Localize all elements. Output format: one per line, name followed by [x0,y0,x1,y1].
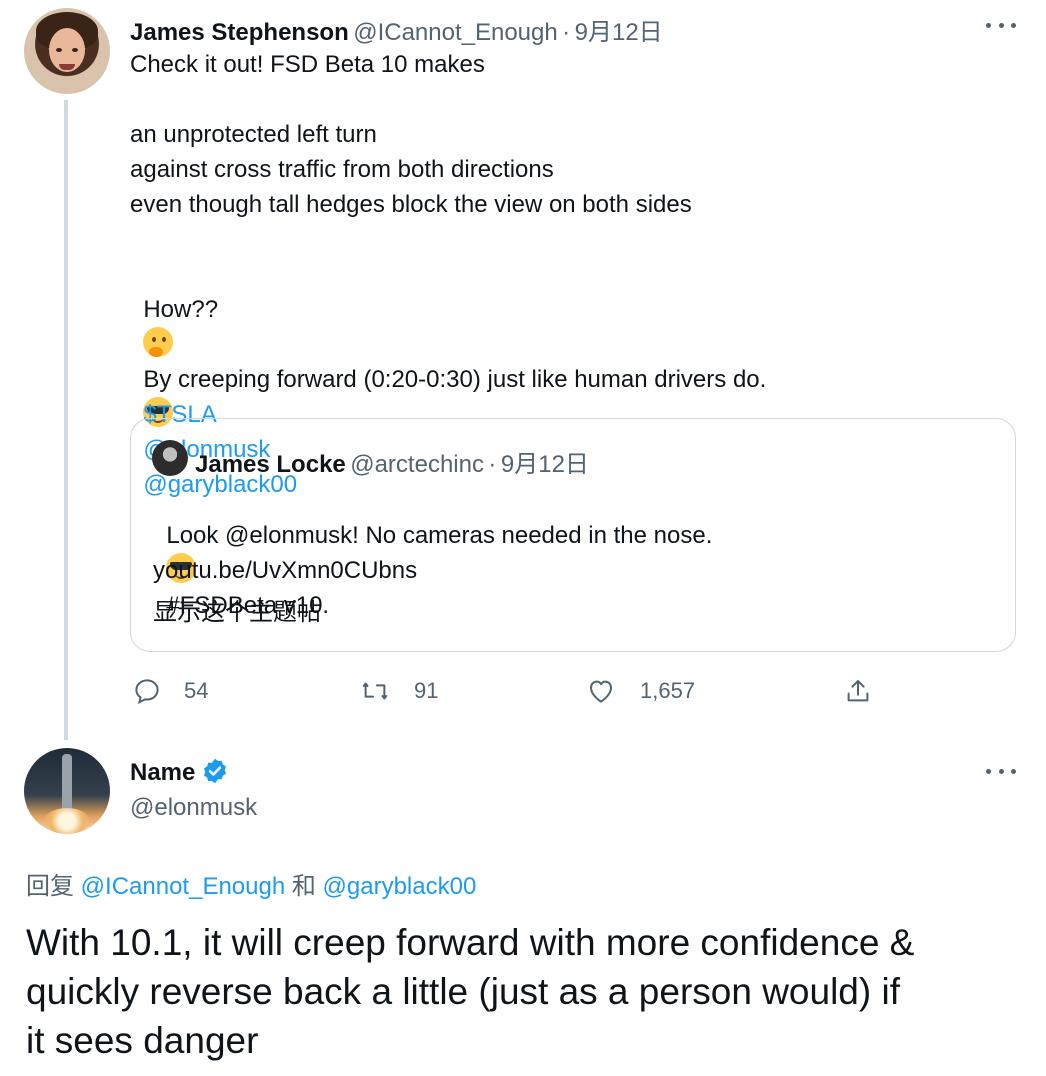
quote-author-name: James Locke [195,451,346,478]
quote-date: 9月12日 [500,451,589,478]
show-thread-link[interactable]: 显示这个主题帖 [153,595,321,630]
how-text: How?? [143,296,219,323]
reply-count: 54 [184,678,209,703]
tweet-text-line-2: an unprotected left turn [130,121,377,148]
reply-and: 和 [291,873,316,900]
reply-text-line-2: quickly reverse back a little (just as a… [26,971,900,1012]
author-name[interactable]: James Stephenson [130,19,349,46]
quote-link: youtu.be/UvXmn0CUbns [153,557,418,584]
reply-text-line-3: it sees danger [26,1020,259,1061]
reply-header: Name [130,757,229,787]
avatar-james-stephenson[interactable] [24,8,110,94]
retweet-count: 91 [414,678,439,703]
tweet-date[interactable]: 9月12日 [575,19,663,46]
retweet-icon [362,682,388,700]
reply-prefix: 回复 [26,873,74,900]
reply-action[interactable]: 54 [132,676,208,706]
reply-mention-garyblack00[interactable]: @garyblack00 [323,873,477,900]
more-icon[interactable] [986,766,1016,776]
verified-badge-icon [204,758,227,784]
avatar-elonmusk[interactable] [24,748,110,834]
share-action[interactable] [843,676,873,706]
like-count: 1,657 [640,678,696,703]
avatar-james-locke [152,440,188,476]
like-action[interactable]: 1,657 [586,676,695,706]
more-icon[interactable] [986,20,1016,30]
replying-to: 回复 @ICannot_Enough 和 @garyblack00 [26,866,476,901]
share-icon [847,680,869,702]
quote-separator: · [488,451,497,478]
quote-text-before: Look @elonmusk! No cameras needed in the… [166,522,713,549]
thread-connector-line [64,100,68,740]
reply-author-handle[interactable]: @elonmusk [130,794,257,822]
quote-author-handle: @arctechinc [350,451,484,478]
header-separator: · [562,19,571,46]
reply-icon [135,679,159,705]
reply-text-line-1: With 10.1, it will creep forward with mo… [26,922,915,963]
tweet-header: James Stephenson @ICannot_Enough · 9月12日 [130,12,663,47]
reply-author-name[interactable]: Name [130,759,195,786]
quote-header: James Locke @arctechinc · 9月12日 [195,444,589,479]
like-icon [590,680,612,703]
retweet-action[interactable]: 91 [360,676,438,706]
tweet-text-line-3: against cross traffic from both directio… [130,156,554,183]
reply-mention-icannot-enough[interactable]: @ICannot_Enough [81,873,286,900]
tweet-text-line-1: Check it out! FSD Beta 10 makes [130,51,485,78]
tweet-text-line-4: even though tall hedges block the view o… [130,191,692,218]
author-handle[interactable]: @ICannot_Enough [353,19,558,46]
